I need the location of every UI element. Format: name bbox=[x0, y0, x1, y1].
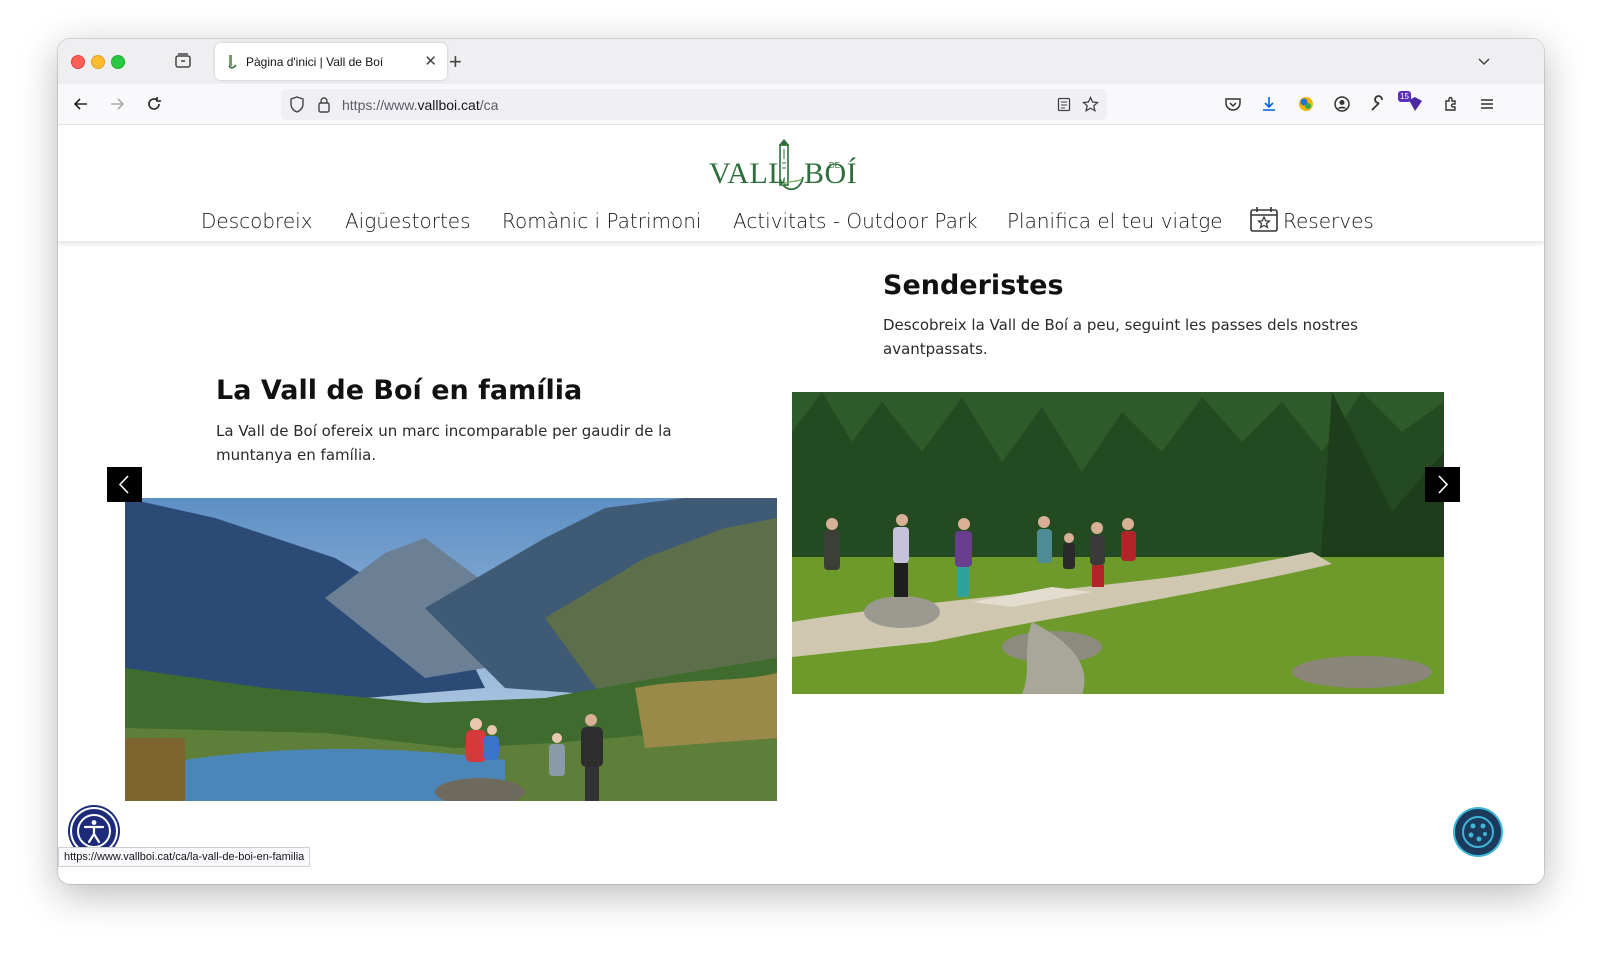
site-logo[interactable]: VALL DE BOÍ bbox=[707, 137, 863, 195]
card-description: La Vall de Boí ofereix un marc incompara… bbox=[216, 422, 672, 464]
navigation-toolbar: https://www.vallboi.cat/ca 15 bbox=[58, 84, 1544, 125]
carousel-prev-button[interactable] bbox=[107, 467, 142, 502]
nav-item-aiguestortes[interactable]: Aigüestortes bbox=[345, 209, 471, 233]
lock-icon[interactable] bbox=[317, 96, 331, 113]
card-title[interactable]: Senderistes bbox=[883, 270, 1064, 301]
chevron-down-icon[interactable] bbox=[1476, 53, 1492, 69]
nav-item-activitats[interactable]: Activitats - Outdoor Park bbox=[733, 209, 978, 233]
new-tab-button[interactable]: + bbox=[449, 49, 462, 75]
extensions-puzzle-icon[interactable] bbox=[1441, 94, 1461, 114]
url-path: /ca bbox=[479, 97, 499, 113]
link-status-bar: https://www.vallboi.cat/ca/la-vall-de-bo… bbox=[58, 847, 311, 867]
minimize-window-button[interactable] bbox=[91, 55, 105, 69]
url-host: vallboi.cat bbox=[417, 97, 480, 113]
site-favicon-icon bbox=[228, 55, 237, 69]
reader-view-icon[interactable] bbox=[1057, 97, 1071, 112]
card-description: Descobreix la Vall de Boí a peu, seguint… bbox=[883, 316, 1358, 358]
photo-hikers-forest[interactable] bbox=[792, 392, 1444, 694]
download-icon[interactable] bbox=[1259, 94, 1279, 114]
photo-family-lake[interactable] bbox=[125, 498, 777, 801]
shield-icon[interactable] bbox=[289, 96, 305, 113]
cookie-settings-button[interactable] bbox=[1455, 809, 1501, 855]
photo-family-lake-image bbox=[125, 498, 777, 801]
url-prefix: https://www. bbox=[342, 97, 418, 113]
bell-tower-logo-icon bbox=[779, 139, 804, 191]
nav-item-reserves[interactable]: Reserves bbox=[1283, 209, 1374, 233]
bookmark-star-icon[interactable] bbox=[1082, 96, 1099, 113]
close-window-button[interactable] bbox=[71, 55, 85, 69]
back-arrow-icon[interactable] bbox=[71, 94, 91, 114]
tab-close-icon[interactable]: ✕ bbox=[424, 52, 437, 70]
reload-icon[interactable] bbox=[144, 94, 164, 114]
tab-bar: Pàgina d'inici | Vall de Boí ✕ + bbox=[58, 39, 1544, 84]
wrench-icon[interactable] bbox=[1368, 94, 1388, 114]
nav-item-romanic[interactable]: Romànic i Patrimoni bbox=[502, 209, 701, 233]
calendar-star-icon[interactable] bbox=[1249, 205, 1279, 233]
card-title[interactable]: La Vall de Boí en família bbox=[216, 375, 582, 406]
tab-active[interactable]: Pàgina d'inici | Vall de Boí ✕ bbox=[215, 43, 447, 80]
menu-hamburger-icon[interactable] bbox=[1477, 94, 1497, 114]
chevron-right-icon bbox=[1438, 475, 1449, 494]
site-header: VALL DE BOÍ Descobreix Aigüestortes Romà… bbox=[58, 125, 1544, 241]
tab-title: Pàgina d'inici | Vall de Boí bbox=[246, 55, 384, 69]
tab-overview-icon[interactable] bbox=[173, 51, 193, 71]
nav-item-descobreix[interactable]: Descobreix bbox=[201, 209, 313, 233]
maximize-window-button[interactable] bbox=[111, 55, 125, 69]
nav-item-planifica[interactable]: Planifica el teu viatge bbox=[1007, 209, 1223, 233]
carousel-next-button[interactable] bbox=[1425, 467, 1460, 502]
extension-badge: 15 bbox=[1398, 91, 1411, 102]
address-bar[interactable]: https://www.vallboi.cat/ca bbox=[281, 89, 1107, 120]
pocket-icon[interactable] bbox=[1223, 94, 1243, 114]
url-text[interactable]: https://www.vallboi.cat/ca bbox=[342, 97, 498, 113]
account-icon[interactable] bbox=[1332, 94, 1352, 114]
browser-window: Pàgina d'inici | Vall de Boí ✕ + https:/… bbox=[58, 39, 1544, 884]
extension-colorful-icon[interactable] bbox=[1296, 94, 1316, 114]
cookie-icon bbox=[1462, 816, 1494, 848]
main-content: La Vall de Boí en família La Vall de Boí… bbox=[58, 241, 1544, 884]
photo-hikers-forest-image bbox=[792, 392, 1444, 694]
forward-arrow-icon[interactable] bbox=[107, 94, 127, 114]
logo-text-right: BOÍ bbox=[804, 157, 858, 190]
chevron-left-icon bbox=[118, 475, 129, 494]
